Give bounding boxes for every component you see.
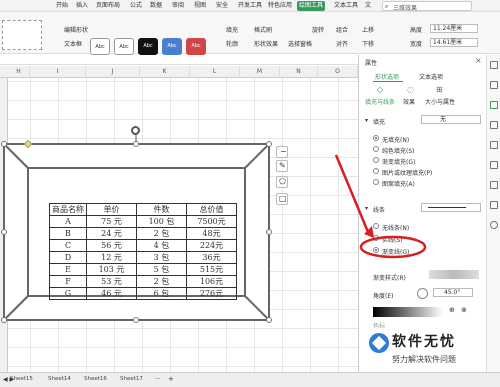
sheet-tab-bar: ◀ ▶ Sheet15 Sheet14 Sheet16 Sheet17 ··· …	[0, 372, 500, 387]
sheet-tab[interactable]: Sheet15	[10, 376, 33, 382]
add-sheet-icon[interactable]: +	[168, 375, 174, 383]
sheet-tab[interactable]: Sheet14	[48, 376, 71, 382]
sheet-tab[interactable]: Sheet17	[120, 376, 143, 382]
watermark-logo	[369, 333, 389, 353]
watermark-title: 软件无忧	[392, 334, 456, 350]
watermark-subtitle: 努力解决软件问题	[392, 355, 456, 364]
more-sheets-icon[interactable]: ···	[155, 376, 161, 383]
sheet-tab[interactable]: Sheet16	[84, 376, 107, 382]
watermark: 软件无忧 努力解决软件问题	[366, 328, 484, 372]
